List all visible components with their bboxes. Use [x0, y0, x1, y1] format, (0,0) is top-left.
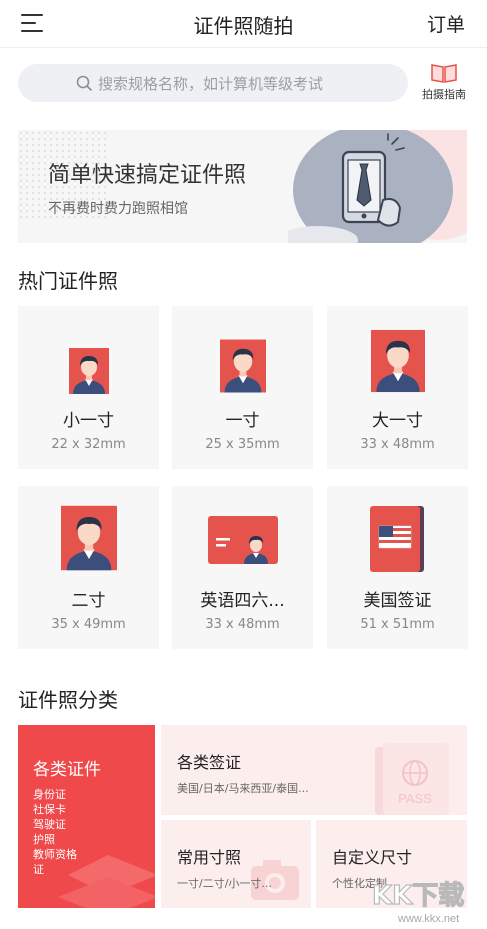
category-visa[interactable]: PASS 各类签证 美国/日本/马来西亚/泰国... — [161, 725, 467, 815]
hot-item-card[interactable]: 美国签证 51 x 51mm — [327, 486, 468, 649]
book-icon — [431, 64, 457, 83]
category-common-subtitle: 一寸/二寸/小一寸... — [177, 877, 272, 890]
hot-item-card[interactable]: 小一寸 22 x 32mm — [18, 306, 159, 469]
hot-item-name: 二寸 — [71, 591, 106, 611]
hot-item-size: 22 x 32mm — [51, 437, 126, 452]
category-id-documents[interactable]: 各类证件 身份证 社保卡 驾驶证 护照 教师资格 证 — [18, 725, 155, 908]
category-main-list: 身份证 社保卡 驾驶证 护照 教师资格 证 — [33, 787, 77, 877]
category-main-item: 教师资格 — [33, 848, 77, 861]
hot-item-name: 美国签证 — [363, 591, 432, 611]
portrait-icon — [219, 339, 266, 393]
banner-subtitle: 不再费时费力跑照相馆 — [48, 201, 188, 217]
passport-deco-text: PASS — [398, 791, 432, 806]
hot-item-name: 大一寸 — [372, 411, 423, 431]
hot-item-card[interactable]: 二寸 35 x 49mm — [18, 486, 159, 649]
category-main-item: 身份证 — [33, 788, 66, 801]
site-watermark: KK下载 www.kkx.net — [371, 880, 464, 925]
category-visa-subtitle: 美国/日本/马来西亚/泰国... — [177, 782, 309, 795]
guide-label: 拍摄指南 — [422, 88, 466, 101]
banner-title: 简单快速搞定证件照 — [48, 163, 247, 188]
app-header: 证件照随拍 订单 — [0, 0, 487, 48]
hot-item-name: 小一寸 — [63, 411, 114, 431]
portrait-icon — [370, 329, 425, 393]
us-passport-icon — [369, 506, 424, 572]
hot-item-size: 33 x 48mm — [205, 617, 280, 632]
category-main-item: 护照 — [33, 833, 55, 846]
hot-item-name: 一寸 — [225, 411, 260, 431]
category-section-title: 证件照分类 — [18, 688, 118, 712]
hot-item-size: 33 x 48mm — [360, 437, 435, 452]
hot-item-size: 35 x 49mm — [51, 617, 126, 632]
hot-item-name: 英语四六... — [200, 591, 285, 611]
hot-item-card[interactable]: 一寸 25 x 35mm — [172, 306, 313, 469]
page-title: 证件照随拍 — [193, 14, 294, 38]
watermark-text: KK下载 — [372, 881, 464, 911]
search-placeholder: 搜索规格名称，如计算机等级考试 — [98, 75, 324, 93]
passport-icon: PASS — [375, 743, 449, 815]
search-input[interactable]: 搜索规格名称，如计算机等级考试 — [18, 64, 408, 102]
category-custom-title: 自定义尺寸 — [332, 848, 413, 867]
category-main-item: 驾驶证 — [33, 818, 66, 831]
hot-item-size: 25 x 35mm — [205, 437, 280, 452]
category-visa-title: 各类签证 — [177, 753, 242, 772]
category-main-title: 各类证件 — [33, 760, 101, 780]
shooting-guide-button[interactable]: 拍摄指南 — [416, 63, 472, 107]
watermark-url: www.kkx.net — [397, 913, 459, 925]
hot-item-size: 51 x 51mm — [360, 617, 435, 632]
category-common-title: 常用寸照 — [177, 848, 242, 867]
portrait-icon — [68, 348, 109, 394]
search-icon — [76, 75, 92, 91]
promo-banner[interactable]: 简单快速搞定证件照 不再费时费力跑照相馆 — [18, 130, 467, 243]
category-main-item: 社保卡 — [33, 803, 66, 816]
category-main-item: 证 — [33, 863, 44, 876]
id-card-icon — [207, 516, 278, 564]
category-common[interactable]: 常用寸照 一寸/二寸/小一寸... — [161, 820, 311, 908]
phone-tie-illustration — [288, 130, 467, 243]
hot-item-card[interactable]: 英语四六... 33 x 48mm — [172, 486, 313, 649]
orders-link[interactable]: 订单 — [427, 10, 465, 37]
hot-item-card[interactable]: 大一寸 33 x 48mm — [327, 306, 468, 469]
hot-section-title: 热门证件照 — [18, 269, 118, 293]
portrait-icon — [60, 505, 117, 571]
